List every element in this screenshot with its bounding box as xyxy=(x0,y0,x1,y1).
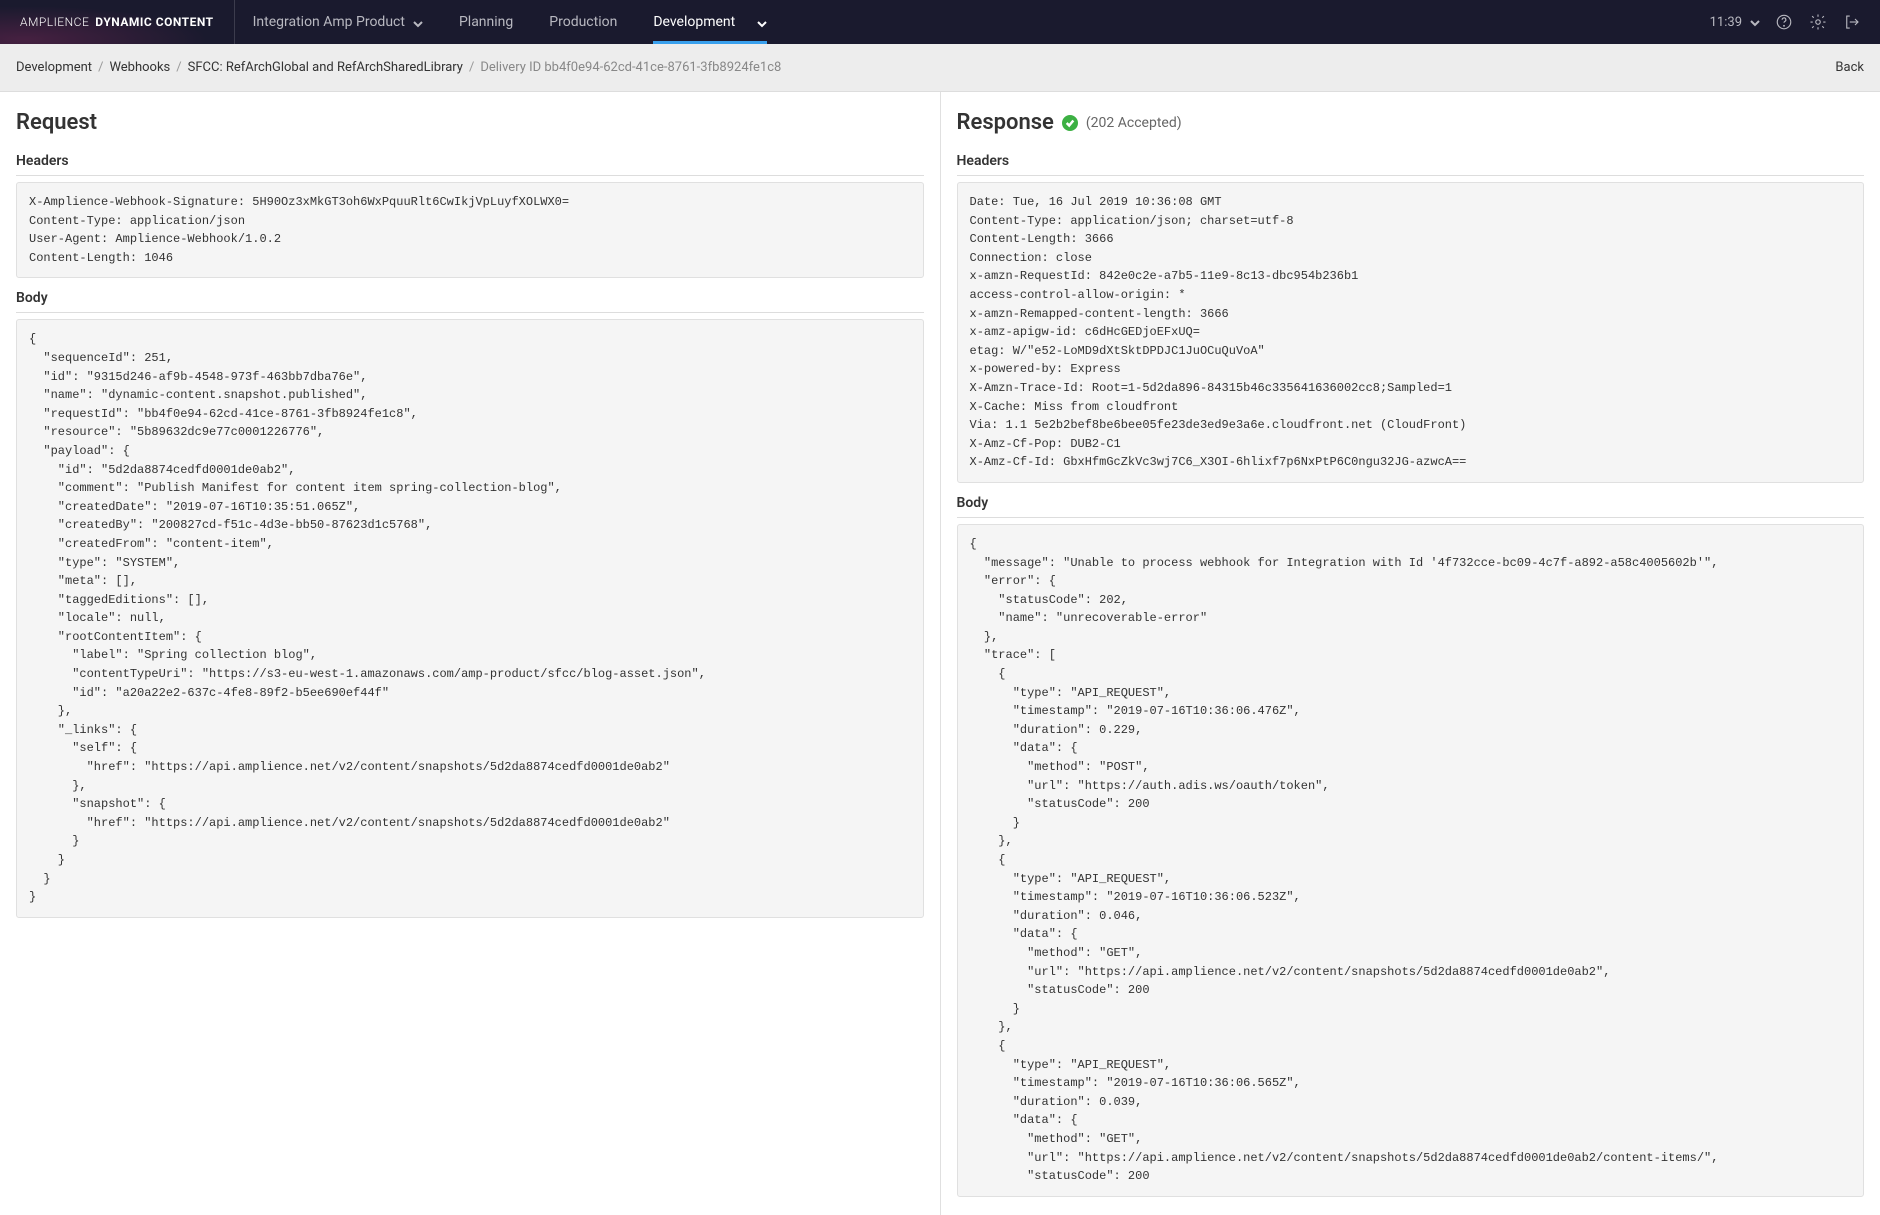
crumb-webhook-name[interactable]: SFCC: RefArchGlobal and RefArchSharedLib… xyxy=(188,60,463,75)
request-pane: Request Headers X-Amplience-Webhook-Sign… xyxy=(0,92,941,1215)
clock-time: 11:39 xyxy=(1710,15,1742,30)
crumb-sep: / xyxy=(98,60,103,75)
request-body-box[interactable]: { "sequenceId": 251, "id": "9315d246-af9… xyxy=(16,319,924,917)
tab-development-label: Development xyxy=(653,14,735,30)
crumb-delivery-id: Delivery ID bb4f0e94-62cd-41ce-8761-3fb8… xyxy=(480,60,781,75)
tab-planning-label: Planning xyxy=(459,14,513,30)
tab-development[interactable]: Development xyxy=(635,0,785,44)
request-title: Request xyxy=(16,110,924,135)
tab-production-label: Production xyxy=(549,14,617,30)
response-headers-box[interactable]: Date: Tue, 16 Jul 2019 10:36:08 GMT Cont… xyxy=(957,182,1865,483)
nav-right: 11:39 xyxy=(1710,0,1880,44)
response-body-label: Body xyxy=(957,495,1865,518)
chevron-down-icon xyxy=(757,17,767,27)
gear-icon[interactable] xyxy=(1808,12,1828,32)
crumb-sep: / xyxy=(176,60,181,75)
response-body-box[interactable]: { "message": "Unable to process webhook … xyxy=(957,524,1865,1197)
brand-logo: AMPLIENCE DYNAMIC CONTENT xyxy=(0,0,235,44)
top-nav: AMPLIENCE DYNAMIC CONTENT Integration Am… xyxy=(0,0,1880,44)
tab-planning[interactable]: Planning xyxy=(441,0,531,44)
main-content: Request Headers X-Amplience-Webhook-Sign… xyxy=(0,92,1880,1215)
response-title-text: Response xyxy=(957,110,1054,135)
product-selector-label: Integration Amp Product xyxy=(253,14,405,30)
breadcrumb-bar: Development / Webhooks / SFCC: RefArchGl… xyxy=(0,44,1880,92)
brand-part2: DYNAMIC CONTENT xyxy=(95,15,213,29)
crumb-sep: / xyxy=(469,60,474,75)
response-status-text: (202 Accepted) xyxy=(1086,115,1182,131)
status-success-icon xyxy=(1062,115,1078,131)
logout-icon[interactable] xyxy=(1842,12,1862,32)
brand-part1: AMPLIENCE xyxy=(20,15,89,29)
clock[interactable]: 11:39 xyxy=(1710,15,1760,30)
request-body-label: Body xyxy=(16,290,924,313)
crumb-development[interactable]: Development xyxy=(16,60,92,75)
response-headers-label: Headers xyxy=(957,153,1865,176)
product-selector[interactable]: Integration Amp Product xyxy=(235,0,441,44)
response-title: Response (202 Accepted) xyxy=(957,110,1865,135)
back-button[interactable]: Back xyxy=(1835,60,1864,75)
tab-production[interactable]: Production xyxy=(531,0,635,44)
request-headers-box[interactable]: X-Amplience-Webhook-Signature: 5H90Oz3xM… xyxy=(16,182,924,278)
request-headers-label: Headers xyxy=(16,153,924,176)
response-pane: Response (202 Accepted) Headers Date: Tu… xyxy=(941,92,1880,1215)
help-icon[interactable] xyxy=(1774,12,1794,32)
chevron-down-icon xyxy=(1750,17,1760,27)
chevron-down-icon xyxy=(413,17,423,27)
crumb-webhooks[interactable]: Webhooks xyxy=(109,60,170,75)
